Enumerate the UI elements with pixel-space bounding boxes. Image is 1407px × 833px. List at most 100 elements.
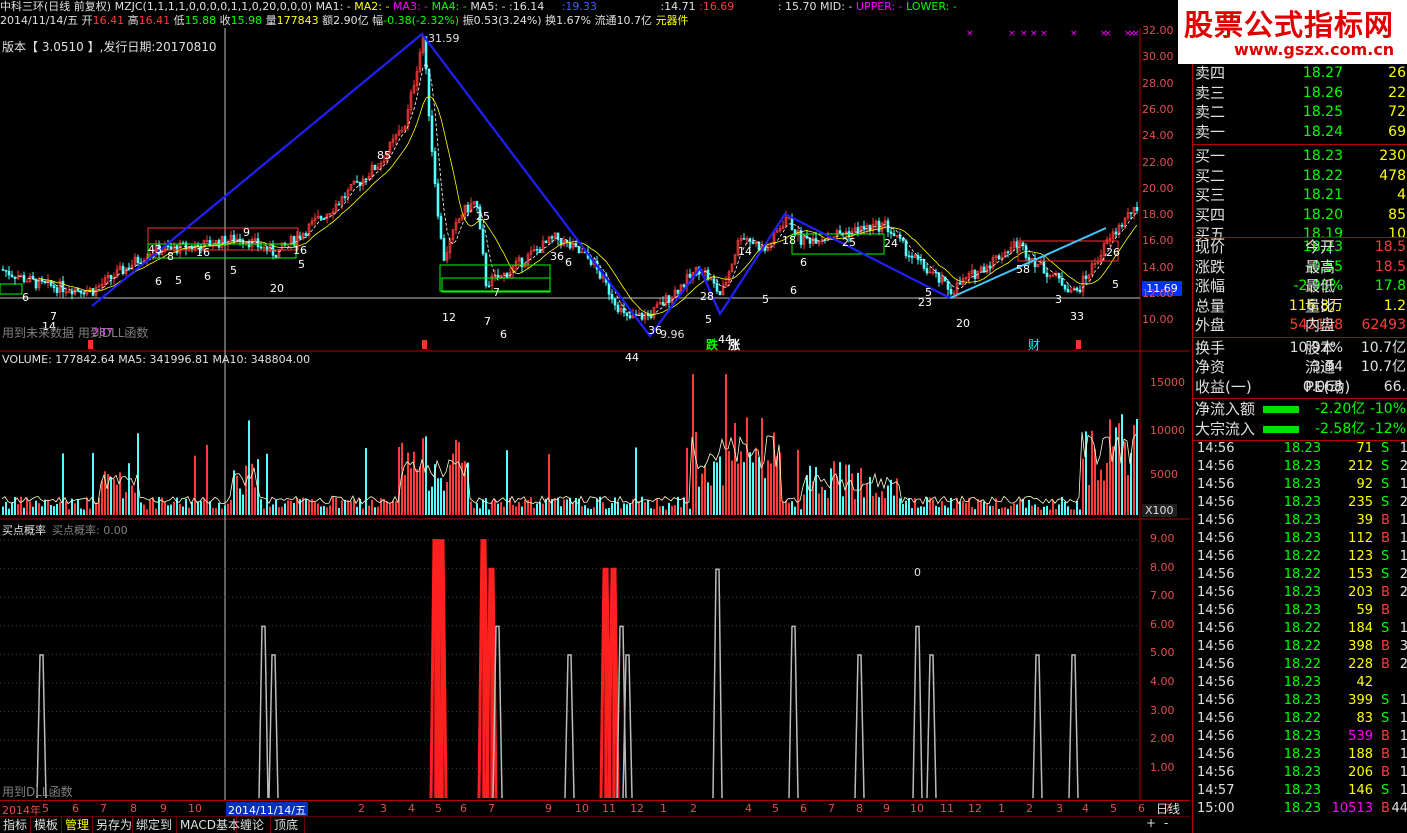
- tick-price: 18.22: [1283, 549, 1321, 564]
- prob-spike: [712, 568, 723, 799]
- volume-bar: [944, 505, 946, 515]
- candle-body: [1135, 207, 1139, 211]
- volume-bar: [344, 499, 346, 515]
- candle-body: [814, 238, 818, 244]
- volume-bar: [389, 502, 391, 515]
- volume-bar: [200, 500, 202, 515]
- volume-bar: [131, 485, 133, 515]
- tab-3[interactable]: 另存为: [93, 817, 133, 833]
- buy-prob-title: 买点概率: [2, 524, 46, 537]
- volume-bar: [818, 493, 820, 515]
- volume-bar: [746, 417, 748, 515]
- tick-price: 18.23: [1283, 675, 1321, 690]
- volume-bar: [1001, 507, 1003, 515]
- volume-bar: [629, 503, 631, 515]
- volume-bar: [362, 508, 364, 515]
- quote-row: 净资 3.94 流通 10.7亿: [1193, 358, 1407, 377]
- volume-bar: [917, 507, 919, 515]
- tick-row: 14:56 18.23 188 B 1: [1193, 746, 1407, 764]
- volume-bar: [410, 468, 412, 515]
- volume-bar: [479, 508, 481, 515]
- volume-bar: [905, 500, 907, 515]
- tab-0[interactable]: 指标: [0, 817, 31, 833]
- tick-row: 14:56 18.23 539 B 1: [1193, 728, 1407, 746]
- volume-bar: [620, 508, 622, 515]
- wave-count-label: 24: [884, 237, 898, 250]
- buy-price: 18.20: [1302, 206, 1343, 223]
- volume-bar: [176, 497, 178, 515]
- volume-bar: [563, 499, 565, 515]
- dollar-marker: [422, 340, 427, 349]
- volume-bar: [470, 501, 472, 515]
- sell-volume: 69: [1388, 123, 1406, 140]
- volume-bar: [38, 503, 40, 515]
- wave-count-label: 33: [1070, 310, 1084, 323]
- tab-4[interactable]: 绑定到: [133, 817, 177, 833]
- sell-level-3: 卖三 18.26 22: [1193, 84, 1407, 103]
- sector-label[interactable]: 元器件: [656, 14, 689, 27]
- open-label: 开: [81, 14, 93, 27]
- indicator-formula[interactable]: MZJC(1,1,1,1,0,0,0,0,1,1,0,20,0,0,0): [115, 0, 312, 13]
- amount-value: 2.90亿: [333, 14, 369, 27]
- tick-price: 18.22: [1283, 657, 1321, 672]
- price-axis-label: 20.00: [1142, 181, 1174, 195]
- volume-bar: [1055, 508, 1057, 515]
- volume-bar: [185, 498, 187, 515]
- tab-6[interactable]: 缠论: [237, 817, 271, 833]
- volume-bar: [149, 500, 151, 515]
- volume-bar: [650, 508, 652, 515]
- prob-spike: [788, 625, 799, 799]
- tick-volume: 10513: [1331, 801, 1373, 816]
- volume-bar: [1058, 504, 1060, 515]
- volume-bar: [1043, 506, 1045, 515]
- quote-label: 现价: [1195, 238, 1226, 256]
- candle-body: [676, 289, 680, 294]
- volume-bar: [347, 500, 349, 515]
- tab-7[interactable]: 顶底: [271, 817, 305, 833]
- volume-bar: [143, 504, 145, 515]
- chart-area[interactable]: × × × × × × × × × × × 14 7 6 287 43 8 6 5 16 6 9 5 20 16 5 85 25 12…: [0, 24, 1190, 800]
- tab-2[interactable]: 管理: [62, 817, 93, 833]
- ma5-label: MA5: -: [470, 0, 506, 13]
- tab-5[interactable]: MACD基本: [177, 817, 240, 833]
- buy-prob-value: 买点概率: 0.00: [52, 524, 128, 537]
- tick-time: 14:56: [1197, 531, 1235, 546]
- tick-row: 14:56 18.23 112 B 1: [1193, 530, 1407, 548]
- tick-price: 18.22: [1283, 711, 1321, 726]
- chart-canvas[interactable]: × × × × × × ×× ××× 14762874386 51669520165852512…: [0, 28, 1190, 800]
- volume-bar: [422, 438, 424, 515]
- tick-count: 2: [1399, 657, 1407, 672]
- month-tick: 6: [72, 802, 79, 815]
- volume-bar: [659, 506, 661, 515]
- zoom-in-button[interactable]: +: [1146, 816, 1156, 830]
- trough-label: 9.96: [660, 328, 685, 341]
- wave-count-label: 5: [762, 293, 769, 306]
- quote-label: 股本: [1305, 338, 1336, 357]
- volume-bar: [920, 506, 922, 515]
- month-tick: 5: [435, 802, 442, 815]
- order-book-divider: [1193, 144, 1407, 145]
- tick-price: 18.23: [1283, 459, 1321, 474]
- volume-bar: [1073, 509, 1075, 515]
- indicator-value-2: :14.71: [660, 0, 696, 13]
- high-value: 16.41: [138, 14, 171, 27]
- volume-bar: [725, 374, 727, 515]
- volume-bar: [626, 504, 628, 515]
- volume-bar: [215, 508, 217, 515]
- volume-bar: [218, 502, 220, 515]
- tick-price: 18.23: [1283, 495, 1321, 510]
- volume-bar: [386, 501, 388, 515]
- volume-bar: [59, 501, 61, 515]
- wave-count-label: 20: [270, 282, 284, 295]
- tick-count: 1: [1399, 747, 1407, 762]
- tab-1[interactable]: 模板: [31, 817, 62, 833]
- period-button[interactable]: 日线: [1145, 800, 1191, 816]
- zoom-out-button[interactable]: -: [1164, 816, 1168, 830]
- wave-count-label: 85: [377, 149, 391, 162]
- volume-bar: [911, 508, 913, 515]
- wave-count-label: 6: [155, 275, 162, 288]
- quote-value: 10.7亿: [1360, 359, 1406, 375]
- volume-bar: [1109, 419, 1111, 515]
- volume-bar: [542, 503, 544, 515]
- volume-bar: [890, 479, 892, 515]
